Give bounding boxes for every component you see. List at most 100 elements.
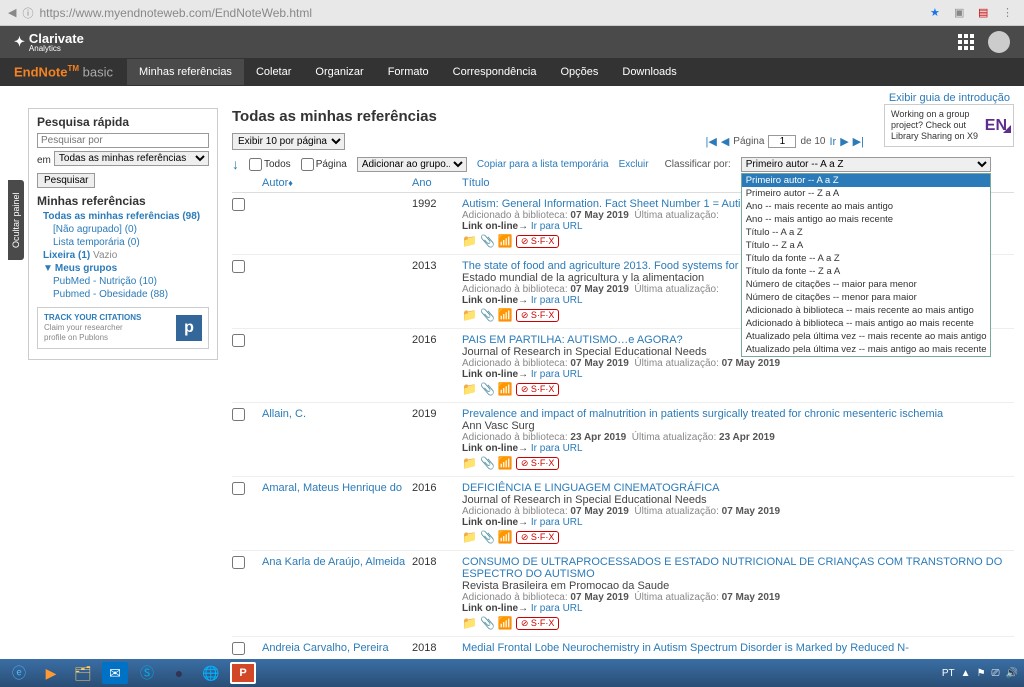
- row-checkbox[interactable]: [232, 482, 245, 495]
- sfx-button[interactable]: ⊘ S·F·X: [516, 235, 560, 248]
- col-header-author[interactable]: Autor♦: [262, 177, 412, 189]
- sort-select[interactable]: Primeiro autor -- A a Z: [741, 157, 991, 172]
- attachment-icon[interactable]: 📎: [480, 382, 495, 396]
- folder-icon[interactable]: 📁: [462, 382, 477, 396]
- chart-icon[interactable]: 📶: [498, 308, 513, 322]
- pager-first-icon[interactable]: |◀: [706, 135, 717, 148]
- chart-icon[interactable]: 📶: [498, 456, 513, 470]
- row-checkbox[interactable]: [232, 260, 245, 273]
- sort-option[interactable]: Atualizado pela última vez -- mais antig…: [742, 343, 990, 356]
- pager-next-icon[interactable]: ▶: [840, 135, 848, 148]
- chart-icon[interactable]: 📶: [498, 234, 513, 248]
- pager-input[interactable]: [768, 135, 796, 148]
- pdf-icon[interactable]: ▤: [978, 6, 992, 20]
- chart-icon[interactable]: 📶: [498, 382, 513, 396]
- star-icon[interactable]: ★: [930, 6, 944, 20]
- pager-go-button[interactable]: Ir: [829, 136, 836, 148]
- row-checkbox[interactable]: [232, 556, 245, 569]
- folder-icon[interactable]: 📁: [462, 308, 477, 322]
- sidebar-unfiled[interactable]: [Não agrupado] (0): [37, 223, 209, 236]
- search-scope-select[interactable]: Todas as minhas referências: [54, 151, 209, 166]
- back-icon[interactable]: ◀: [8, 6, 16, 19]
- apps-grid-icon[interactable]: [958, 34, 974, 50]
- sort-option[interactable]: Título -- A a Z: [742, 226, 990, 239]
- reference-title-link[interactable]: Medial Frontal Lobe Neurochemistry in Au…: [462, 642, 1014, 654]
- sfx-button[interactable]: ⊘ S·F·X: [516, 531, 560, 544]
- language-indicator[interactable]: PT: [942, 668, 955, 679]
- app-icon[interactable]: ●: [166, 662, 192, 684]
- menu-icon[interactable]: ⋮: [1002, 6, 1016, 20]
- nav-tab-coletar[interactable]: Coletar: [244, 59, 303, 85]
- folder-icon[interactable]: 📁: [462, 530, 477, 544]
- media-player-icon[interactable]: ▶: [38, 662, 64, 684]
- row-checkbox[interactable]: [232, 198, 245, 211]
- reference-title-link[interactable]: Prevalence and impact of malnutrition in…: [462, 408, 1014, 420]
- nav-tab-downloads[interactable]: Downloads: [610, 59, 688, 85]
- chart-icon[interactable]: 📶: [498, 530, 513, 544]
- sidebar-group-0[interactable]: PubMed - Nutrição (10): [37, 275, 209, 288]
- reference-title-link[interactable]: CONSUMO DE ULTRAPROCESSADOS E ESTADO NUT…: [462, 556, 1014, 580]
- author-link[interactable]: Allain, C.: [262, 408, 306, 420]
- hide-panel-tab[interactable]: Ocultar painel: [8, 180, 24, 260]
- go-url-link[interactable]: Ir para URL: [531, 443, 583, 454]
- sidebar-groups-toggle[interactable]: ▼Meus grupos: [37, 262, 209, 275]
- sort-option[interactable]: Título -- Z a A: [742, 239, 990, 252]
- folder-icon[interactable]: 📁: [462, 234, 477, 248]
- search-button[interactable]: Pesquisar: [37, 173, 95, 188]
- sort-option[interactable]: Ano -- mais recente ao mais antigo: [742, 200, 990, 213]
- go-url-link[interactable]: Ir para URL: [531, 603, 583, 614]
- search-input[interactable]: [37, 133, 209, 148]
- sidebar-trash[interactable]: Lixeira (1) Vazio: [37, 249, 209, 262]
- skype-icon[interactable]: Ⓢ: [134, 662, 160, 684]
- add-to-group-select[interactable]: Adicionar ao grupo...: [357, 157, 467, 172]
- ie-icon[interactable]: ⓔ: [6, 662, 32, 684]
- sort-option[interactable]: Número de citações -- maior para menor: [742, 278, 990, 291]
- intro-guide-link[interactable]: Exibir guia de introdução: [889, 92, 1010, 104]
- info-icon[interactable]: ⓘ: [22, 5, 33, 21]
- go-url-link[interactable]: Ir para URL: [531, 295, 583, 306]
- col-header-year[interactable]: Ano: [412, 177, 462, 189]
- powerpoint-icon[interactable]: P: [230, 662, 256, 684]
- author-link[interactable]: Amaral, Mateus Henrique do: [262, 482, 402, 494]
- extension-icon[interactable]: ▣: [954, 6, 968, 20]
- explorer-icon[interactable]: 🗂: [70, 662, 96, 684]
- pager-prev-icon[interactable]: ◀: [721, 135, 729, 148]
- avatar[interactable]: [988, 31, 1010, 53]
- sort-option[interactable]: Primeiro autor -- Z a A: [742, 187, 990, 200]
- author-link[interactable]: Ana Karla de Araújo, Almeida: [262, 556, 405, 568]
- nav-tab-formato[interactable]: Formato: [376, 59, 441, 85]
- author-link[interactable]: Andreia Carvalho, Pereira: [262, 642, 389, 654]
- nav-tab-organizar[interactable]: Organizar: [303, 59, 375, 85]
- url-text[interactable]: https://www.myendnoteweb.com/EndNoteWeb.…: [39, 6, 312, 20]
- attachment-icon[interactable]: 📎: [480, 530, 495, 544]
- promo-box[interactable]: Working on a group project? Check out Li…: [884, 104, 1014, 147]
- select-page-checkbox[interactable]: [301, 158, 314, 171]
- track-citations-box[interactable]: TRACK YOUR CITATIONS Claim your research…: [37, 307, 209, 349]
- chart-icon[interactable]: 📶: [498, 616, 513, 630]
- sort-option[interactable]: Atualizado pela última vez -- mais recen…: [742, 330, 990, 343]
- sort-option[interactable]: Título da fonte -- A a Z: [742, 252, 990, 265]
- row-checkbox[interactable]: [232, 334, 245, 347]
- sidebar-group-1[interactable]: Pubmed - Obesidade (88): [37, 288, 209, 301]
- attachment-icon[interactable]: 📎: [480, 616, 495, 630]
- tray-sound-icon[interactable]: 🔊: [1006, 668, 1018, 679]
- row-checkbox[interactable]: [232, 642, 245, 655]
- outlook-icon[interactable]: ✉: [102, 662, 128, 684]
- per-page-select[interactable]: Exibir 10 por página: [232, 133, 345, 150]
- sort-direction-icon[interactable]: ↓: [232, 156, 239, 172]
- tray-up-icon[interactable]: ▲: [961, 668, 971, 679]
- folder-icon[interactable]: 📁: [462, 616, 477, 630]
- nav-tab-correspondencia[interactable]: Correspondência: [441, 59, 549, 85]
- sfx-button[interactable]: ⊘ S·F·X: [516, 617, 560, 630]
- nav-tab-minhas-referencias[interactable]: Minhas referências: [127, 59, 244, 85]
- sfx-button[interactable]: ⊘ S·F·X: [516, 383, 560, 396]
- chrome-icon[interactable]: 🌐: [198, 662, 224, 684]
- sort-option[interactable]: Ano -- mais antigo ao mais recente: [742, 213, 990, 226]
- sidebar-temp-list[interactable]: Lista temporária (0): [37, 236, 209, 249]
- sort-option[interactable]: Título da fonte -- Z a A: [742, 265, 990, 278]
- go-url-link[interactable]: Ir para URL: [531, 369, 583, 380]
- sort-option[interactable]: Número de citações -- menor para maior: [742, 291, 990, 304]
- folder-icon[interactable]: 📁: [462, 456, 477, 470]
- reference-title-link[interactable]: DEFICIÊNCIA E LINGUAGEM CINEMATOGRÁFICA: [462, 482, 1014, 494]
- sfx-button[interactable]: ⊘ S·F·X: [516, 309, 560, 322]
